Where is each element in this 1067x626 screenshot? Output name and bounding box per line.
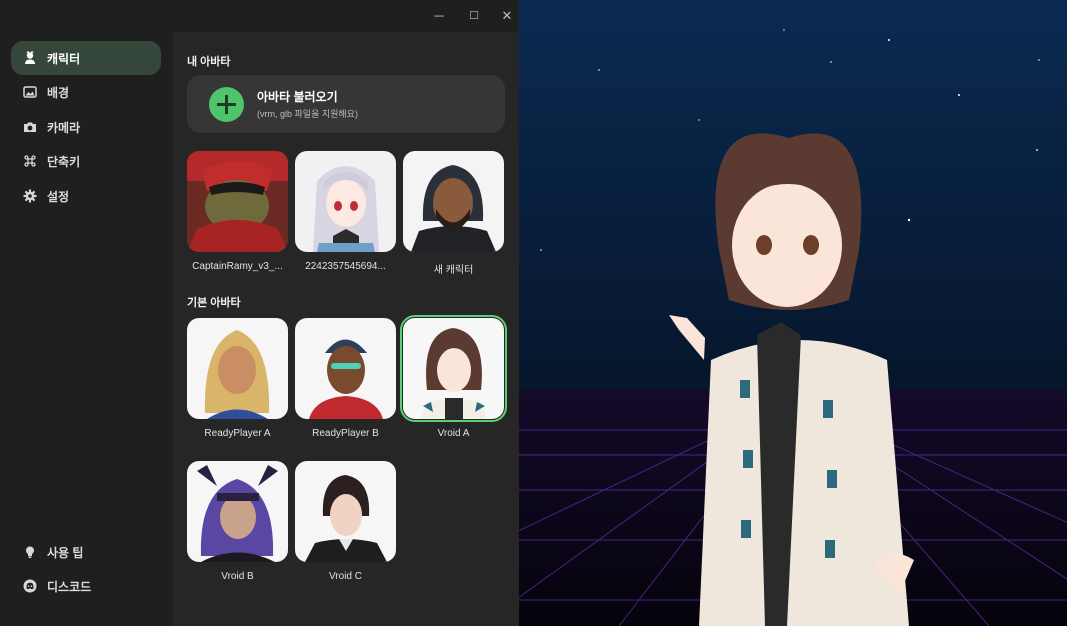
command-icon	[23, 154, 37, 168]
avatar-thumbnail-captainramy[interactable]	[187, 151, 288, 252]
sidebar-item-label: 단축키	[47, 154, 81, 169]
sidebar-item-character[interactable]: 캐릭터	[11, 41, 161, 75]
app-window: 캐릭터 배경 카메라 단축키 설정 사용 팁 디스코드 ─ ☐ ✕ 내 아바타 …	[0, 0, 519, 626]
sidebar-item-camera[interactable]: 카메라	[11, 110, 161, 144]
avatar-thumbnail-readyplayer-b[interactable]	[295, 318, 396, 419]
avatar-label: ReadyPlayer B	[312, 428, 379, 439]
avatar-thumbnail-vroid-c[interactable]	[295, 461, 396, 562]
plus-icon	[209, 87, 244, 122]
sidebar-item-shortcuts[interactable]: 단축키	[11, 144, 161, 178]
import-avatar-title: 아바타 불러오기	[257, 90, 338, 104]
avatar-label: 새 캐릭터	[433, 265, 474, 276]
sidebar-item-label: 사용 팁	[47, 545, 84, 560]
title-bar: ─ ☐ ✕	[173, 0, 519, 32]
sidebar-item-settings[interactable]: 설정	[11, 179, 161, 213]
sidebar-item-label: 디스코드	[47, 579, 92, 594]
sidebar-item-tips[interactable]: 사용 팁	[11, 535, 161, 569]
default-avatars-title: 기본 아바타	[187, 297, 241, 309]
close-button[interactable]: ✕	[498, 7, 516, 25]
avatar-label: Vroid A	[437, 428, 470, 439]
avatar-thumbnail-new-character[interactable]	[403, 151, 504, 252]
sidebar-item-label: 카메라	[47, 120, 81, 135]
avatar-label: 2242357545694...	[305, 261, 386, 272]
avatar-thumbnail-vroid-a[interactable]	[400, 315, 507, 422]
avatar-thumbnail-readyplayer-a[interactable]	[187, 318, 288, 419]
avatar-thumbnail-2242357545694[interactable]	[295, 151, 396, 252]
avatar-preview-viewport[interactable]	[519, 0, 1067, 626]
sidebar-item-label: 배경	[47, 85, 70, 100]
import-avatar-button[interactable]: 아바타 불러오기 (vrm, glb 파일을 지원해요)	[187, 75, 505, 133]
sidebar-item-background[interactable]: 배경	[11, 75, 161, 109]
import-avatar-subtitle: (vrm, glb 파일을 지원해요)	[257, 109, 358, 119]
sidebar-item-label: 설정	[47, 189, 70, 204]
gear-icon	[23, 189, 37, 203]
avatar-panel: 내 아바타 아바타 불러오기 (vrm, glb 파일을 지원해요) Capta…	[173, 32, 519, 626]
avatar-thumbnail-vroid-b[interactable]	[187, 461, 288, 562]
avatar-label: ReadyPlayer A	[204, 428, 271, 439]
image-icon	[23, 85, 37, 99]
maximize-button[interactable]: ☐	[465, 7, 483, 25]
avatar-label: CaptainRamy_v3_...	[192, 261, 283, 272]
my-avatars-title: 내 아바타	[187, 56, 231, 68]
sidebar: 캐릭터 배경 카메라 단축키 설정 사용 팁 디스코드	[0, 0, 173, 626]
sidebar-item-label: 캐릭터	[47, 51, 81, 66]
character-icon	[23, 51, 37, 65]
avatar-label: Vroid C	[329, 571, 362, 582]
lightbulb-icon	[23, 545, 37, 559]
camera-icon	[23, 120, 37, 134]
sidebar-item-discord[interactable]: 디스코드	[11, 569, 161, 603]
discord-icon	[23, 579, 37, 593]
minimize-button[interactable]: ─	[430, 7, 448, 25]
avatar-label: Vroid B	[221, 571, 254, 582]
